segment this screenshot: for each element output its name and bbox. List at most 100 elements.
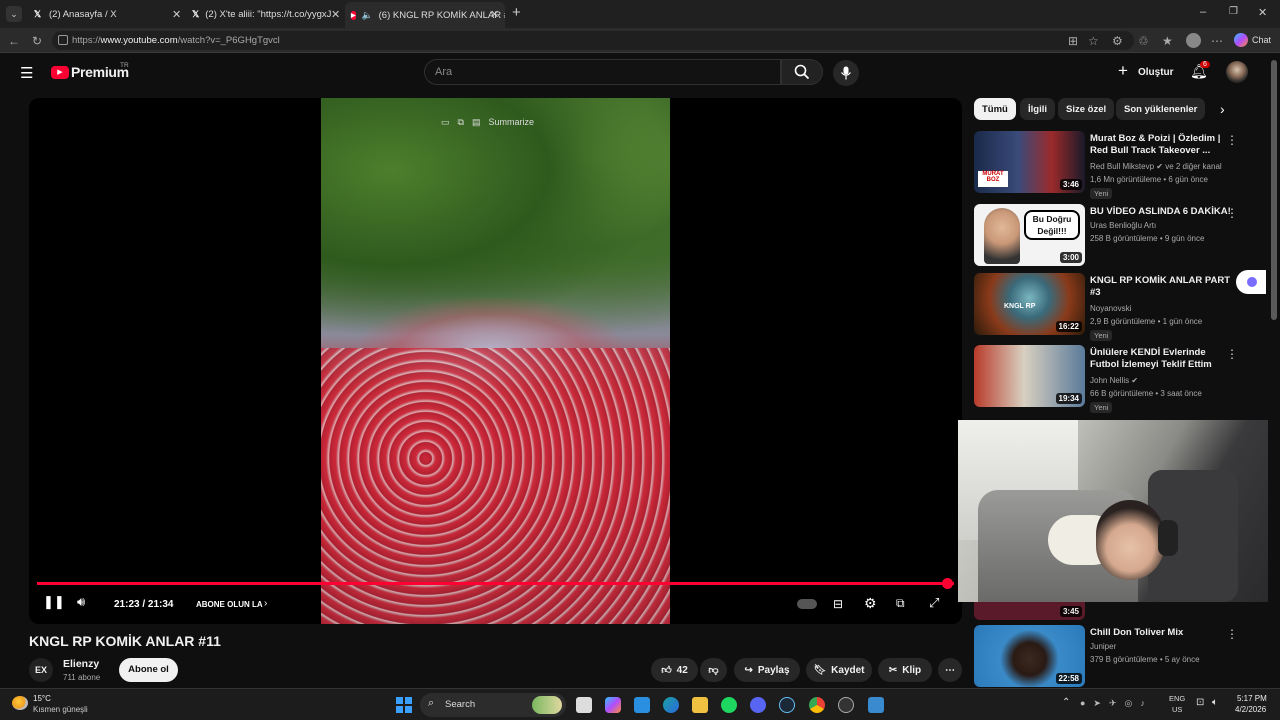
thumbnail[interactable]: 22:58 <box>974 625 1085 687</box>
store-icon[interactable] <box>634 697 650 713</box>
subscribe-button[interactable]: Abone ol <box>119 658 178 682</box>
more-vertical-icon[interactable]: ⋮ <box>1226 133 1238 147</box>
scrollbar-thumb[interactable] <box>1271 60 1277 320</box>
refresh-icon[interactable]: ↻ <box>32 34 42 48</box>
tray-chevron-icon[interactable]: ⌃ <box>1062 697 1070 708</box>
video-frame[interactable]: ▭ ⧉ ▤ Summarize <box>321 98 670 624</box>
windows-start-icon[interactable] <box>396 697 412 713</box>
channel-name[interactable]: Elienzy <box>63 658 99 670</box>
summarize-label[interactable]: Summarize <box>488 117 534 127</box>
create-plus-icon[interactable]: + <box>1118 61 1128 81</box>
close-window-icon[interactable]: ✕ <box>1258 6 1267 19</box>
channel-avatar[interactable]: EX <box>29 658 53 682</box>
discord-icon[interactable] <box>750 697 766 713</box>
back-icon[interactable]: ← <box>8 34 20 48</box>
pause-icon[interactable]: ❚❚ <box>43 594 65 610</box>
subtitles-icon[interactable]: ⊟ <box>833 597 843 611</box>
more-vertical-icon[interactable]: ⋮ <box>1226 206 1238 220</box>
search-button[interactable] <box>781 59 823 85</box>
clock-time[interactable]: 5:17 PM <box>1237 694 1267 703</box>
region-code[interactable]: US <box>1172 705 1182 714</box>
close-tab-icon[interactable]: ✕ <box>490 8 499 21</box>
edge-icon[interactable] <box>663 697 679 713</box>
chevron-right-icon[interactable]: › <box>264 598 267 609</box>
tray-icons[interactable]: ●➤✈◎♪ <box>1080 698 1153 709</box>
obs-icon[interactable] <box>838 697 854 713</box>
profile-avatar[interactable] <box>1186 33 1201 48</box>
summarize-overlay[interactable]: ▭ ⧉ ▤ Summarize <box>441 114 534 130</box>
file-explorer-icon[interactable] <box>692 697 708 713</box>
tab-twitter-post[interactable]: 𝕏 (2) X'te aliii: "https://t.co/yygxJiKC <box>192 4 332 24</box>
thumbnail[interactable]: 19:34 <box>974 345 1085 407</box>
maximize-icon[interactable]: ❐ <box>1229 6 1238 17</box>
cast-icon[interactable]: ⧉ <box>458 117 464 128</box>
recommendation-item[interactable]: MURAT BOZ 3:46 Murat Boz & Poizi | Özled… <box>974 131 1264 199</box>
clock-date[interactable]: 4/2/2026 <box>1235 705 1266 714</box>
clip-button[interactable]: ✂ Klip <box>878 658 932 682</box>
more-vertical-icon[interactable]: ⋮ <box>1226 347 1238 361</box>
app-icon[interactable] <box>868 697 884 713</box>
close-tab-icon[interactable]: ✕ <box>172 8 181 21</box>
settings-gear-icon[interactable]: ⚙ <box>864 595 877 612</box>
spotify-icon[interactable] <box>721 697 737 713</box>
task-view-icon[interactable] <box>576 697 592 713</box>
steam-icon[interactable] <box>779 697 795 713</box>
app-available-icon[interactable]: ⊞ <box>1068 34 1078 48</box>
search-input[interactable]: Ara <box>424 59 781 85</box>
voice-search-button[interactable] <box>833 60 859 86</box>
language-code[interactable]: ENG <box>1169 694 1185 703</box>
copilot-icon[interactable] <box>1234 33 1248 47</box>
thumbnail[interactable]: KNGL RP 16:22 <box>974 273 1085 335</box>
fullscreen-icon[interactable]: ⤢ <box>929 595 939 611</box>
autoplay-toggle[interactable] <box>797 599 817 609</box>
url-field[interactable]: https://www.youtube.com/watch?v=_P6GHgTg… <box>52 31 1134 50</box>
extensions-icon[interactable]: ⚙ <box>1112 34 1123 48</box>
share-button[interactable]: ↪ Paylaş <box>734 658 800 682</box>
chrome-icon[interactable] <box>809 697 825 713</box>
volume-tray-icon[interactable]: 🔈︎ <box>1212 697 1218 708</box>
recommendation-item[interactable]: Bu Doğru Değil!!! 3:00 BU VİDEO ASLINDA … <box>974 204 1264 268</box>
screen-icon[interactable]: ▭ <box>441 117 450 128</box>
miniplayer-icon[interactable]: ⧉ <box>896 596 905 611</box>
close-tab-icon[interactable]: ✕ <box>331 8 340 21</box>
weather-desc[interactable]: Kısmen güneşli <box>33 705 88 714</box>
more-options-icon[interactable]: ⋯ <box>1211 34 1223 48</box>
chip-recently-uploaded[interactable]: Son yüklenenler <box>1116 98 1206 120</box>
volume-icon[interactable]: 🔊︎ <box>77 594 85 610</box>
recommendation-title[interactable]: Ünlülere KENDİ Evlerinde Futbol İzlemeyi… <box>1090 347 1234 371</box>
chips-next-chevron-icon[interactable]: › <box>1220 101 1225 117</box>
weather-icon[interactable] <box>12 696 28 710</box>
more-vertical-icon[interactable]: ⋮ <box>1226 627 1238 641</box>
tab-youtube-active[interactable]: ▶ 🔈 (6) KNGL RP KOMİK ANLAR # <box>345 2 505 28</box>
new-tab-icon[interactable]: + <box>512 4 521 21</box>
partial-thumbnail[interactable]: 3:45 <box>974 600 1085 620</box>
favorites-icon[interactable]: ★ <box>1162 34 1173 48</box>
subscribe-cta[interactable]: ABONE OLUN LA <box>196 600 263 609</box>
floating-assistant-icon[interactable] <box>1236 270 1266 294</box>
browser-essentials-icon[interactable]: ♲ <box>1138 34 1149 48</box>
taskbar-search[interactable]: ⌕ Search <box>420 693 566 717</box>
copilot-app-icon[interactable] <box>605 697 621 713</box>
youtube-logo-icon[interactable]: ▶ <box>51 66 69 79</box>
recommendation-title[interactable]: Chill Don Toliver Mix <box>1090 627 1234 639</box>
progress-scrubber[interactable] <box>942 578 953 589</box>
recommendation-title[interactable]: KNGL RP KOMİK ANLAR PART #3 <box>1090 275 1234 299</box>
minimize-icon[interactable]: – <box>1200 6 1206 18</box>
like-button[interactable]: 👍︎ 42 <box>651 658 698 682</box>
site-info-icon[interactable] <box>58 35 68 45</box>
summarize-icon[interactable]: ▤ <box>472 117 481 128</box>
tab-twitter-home[interactable]: 𝕏 (2) Anasayfa / X <box>32 4 180 24</box>
account-avatar[interactable] <box>1226 61 1248 83</box>
speaker-icon[interactable]: 🔈 <box>362 10 373 21</box>
weather-temp[interactable]: 15°C <box>33 694 51 703</box>
recommendation-title[interactable]: BU VİDEO ASLINDA 6 DAKİKA! <box>1090 206 1234 218</box>
hamburger-menu-icon[interactable]: ☰ <box>20 64 33 82</box>
more-actions-button[interactable]: ⋯ <box>938 658 962 682</box>
copilot-chat-label[interactable]: Chat <box>1252 35 1271 45</box>
dislike-button[interactable]: 👎︎ <box>700 658 727 682</box>
favorite-star-icon[interactable]: ☆ <box>1088 34 1099 48</box>
tab-list-chevron-icon[interactable]: ⌄ <box>6 6 22 22</box>
chip-for-you[interactable]: Size özel <box>1058 98 1115 120</box>
recommendation-item[interactable]: KNGL RP 16:22 KNGL RP KOMİK ANLAR PART #… <box>974 273 1264 341</box>
recommendation-item[interactable]: 19:34 Ünlülere KENDİ Evlerinde Futbol İz… <box>974 345 1264 413</box>
